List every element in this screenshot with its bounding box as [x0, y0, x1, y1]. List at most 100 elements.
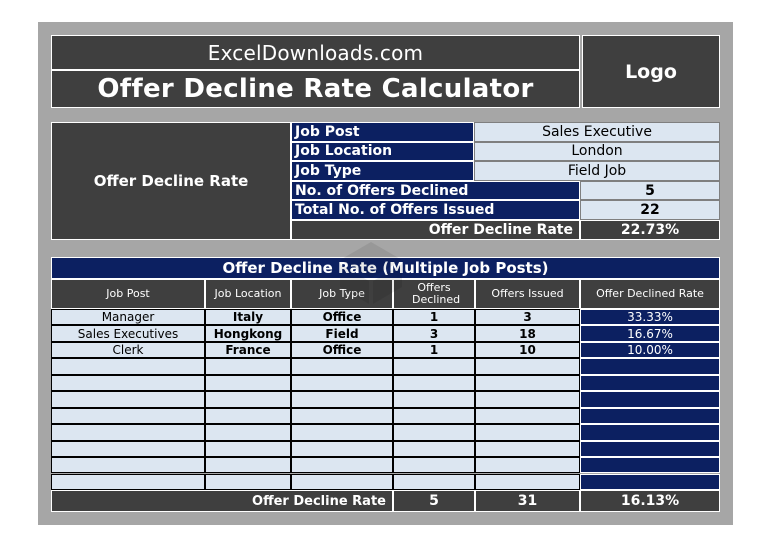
table-cell-rate	[580, 391, 720, 408]
table-cell[interactable]: Office	[291, 341, 393, 359]
table-cell[interactable]	[475, 473, 580, 490]
column-header-label: Job Location	[214, 287, 282, 300]
table-cell[interactable]	[393, 391, 475, 408]
table-cell[interactable]	[393, 424, 475, 441]
table-cell[interactable]	[51, 440, 205, 458]
table-cell[interactable]: Clerk	[51, 341, 205, 359]
single-result-label-cell: Offer Decline Rate	[291, 220, 580, 240]
total-issued: 31	[517, 493, 538, 509]
table-cell[interactable]	[291, 424, 393, 441]
table-cell[interactable]	[393, 358, 475, 375]
single-field-value: London	[571, 143, 623, 160]
table-cell[interactable]	[393, 440, 475, 458]
single-field-value-input[interactable]: Sales Executive	[474, 122, 720, 142]
table-cell-rate	[580, 424, 720, 441]
single-result-value-cell: 22.73%	[580, 220, 720, 240]
table-cell[interactable]	[393, 407, 475, 425]
total-rate: 16.13%	[620, 493, 680, 509]
table-cell[interactable]	[475, 374, 580, 392]
table-cell[interactable]	[475, 407, 580, 425]
table-cell[interactable]	[205, 358, 291, 375]
table-cell[interactable]	[393, 374, 475, 392]
table-cell[interactable]	[475, 457, 580, 474]
table-cell[interactable]	[205, 391, 291, 408]
table-cell[interactable]	[205, 374, 291, 392]
table-cell-value: 10	[519, 343, 536, 358]
table-cell[interactable]	[291, 473, 393, 490]
table-cell[interactable]	[51, 457, 205, 474]
table-cell[interactable]	[51, 374, 205, 392]
table-cell[interactable]	[393, 457, 475, 474]
table-cell[interactable]	[475, 424, 580, 441]
table-cell[interactable]	[51, 473, 205, 490]
single-field-label: Job Type	[295, 162, 362, 179]
site-name: ExcelDownloads.com	[207, 40, 424, 65]
table-cell[interactable]	[205, 424, 291, 441]
single-field-value-input[interactable]: 5	[580, 180, 720, 201]
single-field-value-input[interactable]: London	[474, 141, 720, 162]
table-cell-rate	[580, 440, 720, 458]
table-cell[interactable]: Sales Executives	[51, 325, 205, 342]
table-cell-value: Manager	[101, 310, 155, 325]
table-cell[interactable]: Manager	[51, 309, 205, 326]
page-title: Offer Decline Rate Calculator	[97, 74, 534, 104]
table-cell[interactable]: 18	[475, 325, 580, 342]
table-cell-value: 10.00%	[627, 343, 673, 358]
table-cell[interactable]	[291, 374, 393, 392]
column-header-label: Job Post	[106, 287, 150, 300]
table-cell[interactable]	[205, 457, 291, 474]
table-cell[interactable]	[291, 391, 393, 408]
table-cell[interactable]: 1	[393, 341, 475, 359]
table-cell-value: 1	[429, 343, 439, 358]
table-cell-rate	[580, 358, 720, 375]
table-cell[interactable]	[291, 407, 393, 425]
multiple-title: Offer Decline Rate (Multiple Job Posts)	[222, 259, 549, 277]
single-field-value-input[interactable]: 22	[580, 200, 720, 220]
single-field-label-cell: No. of Offers Declined	[291, 180, 580, 201]
table-cell[interactable]	[475, 440, 580, 458]
table-cell-rate: 10.00%	[580, 341, 720, 359]
table-cell[interactable]	[205, 440, 291, 458]
table-cell[interactable]: Hongkong	[205, 325, 291, 342]
table-cell[interactable]	[393, 473, 475, 490]
table-cell[interactable]: Field	[291, 325, 393, 342]
table-cell[interactable]	[51, 407, 205, 425]
table-cell-value: Office	[322, 310, 362, 325]
table-cell-value: Sales Executives	[77, 326, 179, 341]
table-cell[interactable]	[205, 473, 291, 490]
total-issued-cell: 31	[475, 490, 580, 512]
table-cell-rate: 33.33%	[580, 309, 720, 326]
table-cell-value: Clerk	[112, 343, 144, 358]
table-cell-value: 33.33%	[627, 310, 673, 325]
table-cell[interactable]: Office	[291, 309, 393, 326]
table-cell[interactable]: 3	[475, 309, 580, 326]
table-cell[interactable]	[291, 440, 393, 458]
single-field-value: Sales Executive	[542, 123, 652, 140]
table-cell[interactable]: 3	[393, 325, 475, 342]
single-field-label: Total No. of Offers Issued	[295, 202, 495, 219]
table-cell[interactable]	[51, 424, 205, 441]
table-cell[interactable]: 10	[475, 341, 580, 359]
table-cell-value: 1	[429, 310, 439, 325]
single-field-label: No. of Offers Declined	[295, 182, 469, 199]
table-cell-value: Office	[322, 343, 362, 358]
table-cell-value: Italy	[232, 310, 264, 325]
table-cell[interactable]	[51, 358, 205, 375]
table-cell[interactable]: 1	[393, 309, 475, 326]
page-title-cell: Offer Decline Rate Calculator	[51, 70, 580, 108]
table-cell-value: 18	[519, 326, 536, 341]
table-cell[interactable]	[291, 457, 393, 474]
single-field-value: 22	[640, 202, 660, 219]
column-header: Offers Declined	[393, 279, 475, 309]
single-field-value-input[interactable]: Field Job	[474, 161, 720, 181]
table-cell[interactable]	[291, 358, 393, 375]
table-cell[interactable]	[51, 391, 205, 408]
logo-placeholder: Logo	[625, 60, 677, 83]
table-cell[interactable]: Italy	[205, 309, 291, 326]
table-cell[interactable]: France	[205, 341, 291, 359]
total-declined-cell: 5	[393, 490, 475, 512]
table-cell[interactable]	[475, 391, 580, 408]
table-cell-value: 3	[523, 310, 532, 325]
table-cell[interactable]	[205, 407, 291, 425]
table-cell[interactable]	[475, 358, 580, 375]
